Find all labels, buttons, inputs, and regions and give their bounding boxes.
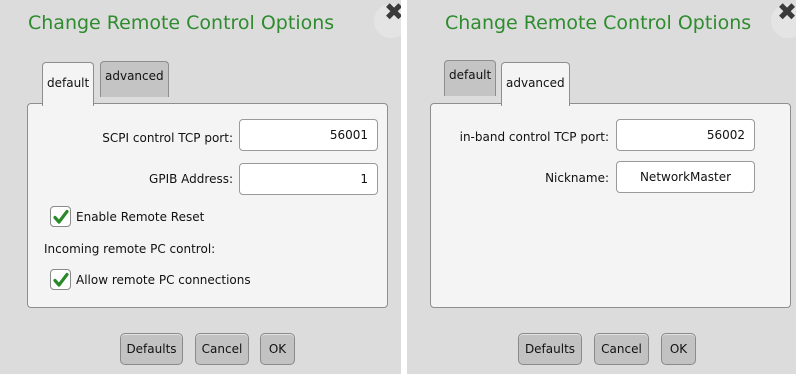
tab-default[interactable]: default xyxy=(42,62,95,106)
gpib-address-input[interactable]: 1 xyxy=(239,163,378,195)
close-icon[interactable]: ✖ xyxy=(383,0,401,26)
inband-port-label: in-band control TCP port: xyxy=(459,130,609,144)
checkmark-icon xyxy=(53,209,69,224)
enable-remote-reset-checkbox[interactable] xyxy=(50,206,71,227)
cancel-button[interactable]: Cancel xyxy=(594,333,649,365)
allow-remote-pc-label[interactable]: Allow remote PC connections xyxy=(76,273,251,287)
nickname-label: Nickname: xyxy=(545,171,609,185)
enable-remote-reset-label[interactable]: Enable Remote Reset xyxy=(76,210,204,224)
tab-default[interactable]: default xyxy=(444,60,497,96)
inband-port-input[interactable]: 56002 xyxy=(616,119,755,151)
ok-button[interactable]: OK xyxy=(260,333,295,365)
checkmark-icon xyxy=(53,272,69,287)
ok-button[interactable]: OK xyxy=(661,333,696,365)
dialog-advanced-tab: Change Remote Control Options ✖ default … xyxy=(407,0,796,374)
incoming-remote-pc-label: Incoming remote PC control: xyxy=(44,242,216,256)
close-icon[interactable]: ✖ xyxy=(776,0,796,26)
tab-advanced[interactable]: advanced xyxy=(501,62,570,106)
dialog-title: Change Remote Control Options xyxy=(28,12,335,34)
scpi-port-input[interactable]: 56001 xyxy=(239,119,378,151)
dialog-title: Change Remote Control Options xyxy=(445,12,752,34)
defaults-button[interactable]: Defaults xyxy=(518,333,582,365)
cancel-button[interactable]: Cancel xyxy=(195,333,249,365)
defaults-button[interactable]: Defaults xyxy=(120,333,183,365)
scpi-port-label: SCPI control TCP port: xyxy=(102,131,233,145)
gpib-address-label: GPIB Address: xyxy=(149,172,233,186)
tab-advanced[interactable]: advanced xyxy=(100,61,169,97)
dialog-default-tab: Change Remote Control Options ✖ default … xyxy=(0,0,401,374)
nickname-input[interactable]: NetworkMaster xyxy=(616,161,755,193)
allow-remote-pc-checkbox[interactable] xyxy=(50,269,71,290)
